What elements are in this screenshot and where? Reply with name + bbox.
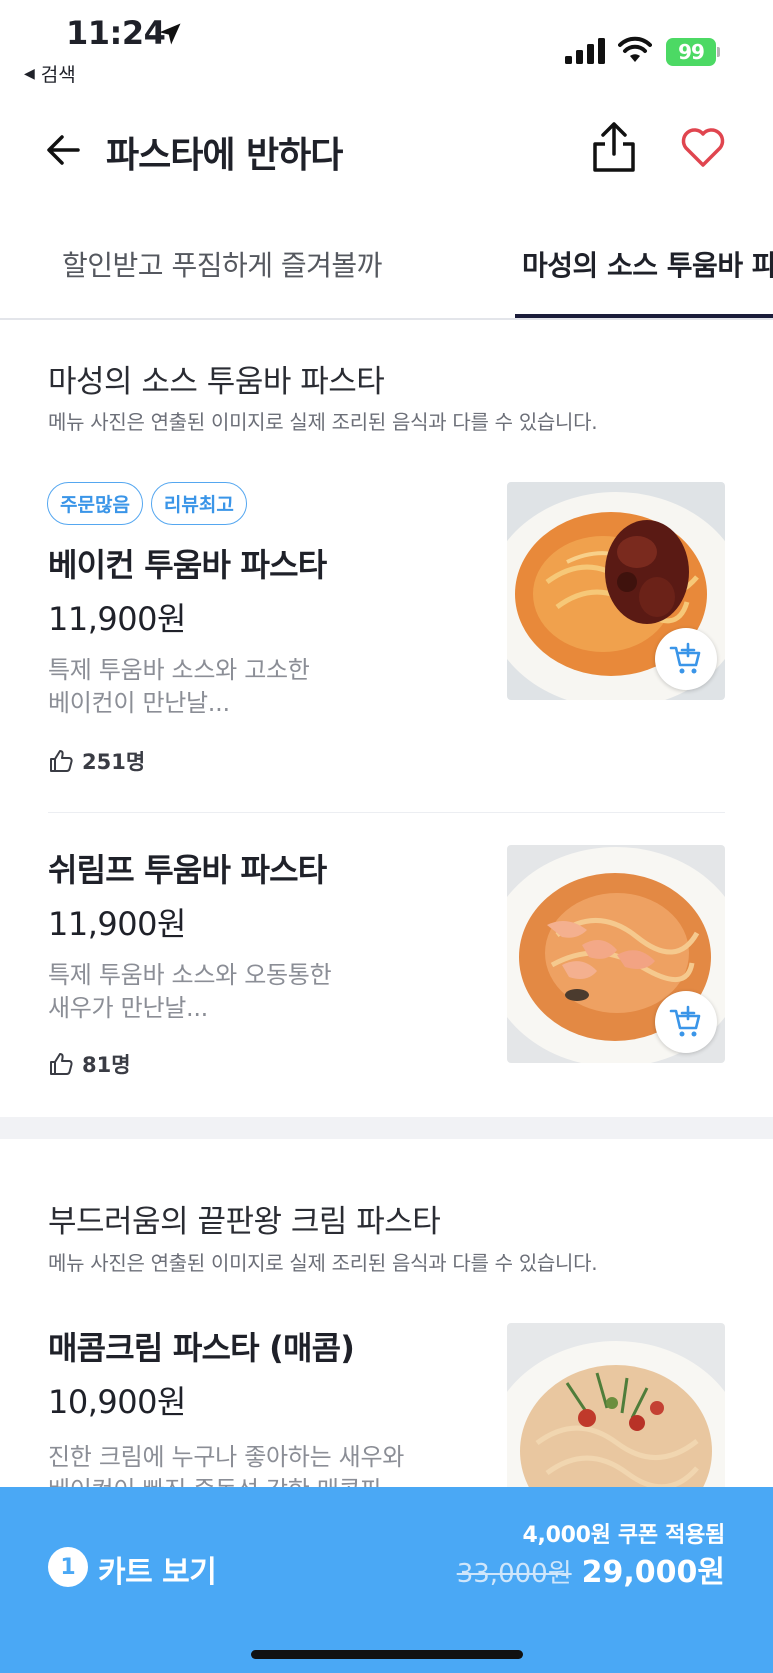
tab-discount[interactable]: 할인받고 푸짐하게 즐겨볼까 [62,244,382,284]
cart-count-badge: 1 [48,1547,88,1587]
menu-item-price: 10,900원 [48,1383,186,1421]
badge-best-review: 리뷰최고 [150,482,247,525]
status-bar: 11:24 ◀ 검색 99 [0,0,773,92]
likes-count: 81명 [82,1053,131,1077]
menu-item-spicy-cream[interactable]: 매콤크림 파스타 (매콤) 10,900원 진한 크림에 누구나 좋아하는 새우… [0,1323,773,1487]
wifi-icon [618,36,652,62]
section-note: 메뉴 사진은 연출된 이미지로 실제 조리된 음식과 다를 수 있습니다. [48,1251,598,1275]
cart-plus-icon [669,1005,701,1037]
battery-indicator: 99 [666,38,720,66]
final-price: 29,000원 [581,1555,725,1590]
menu-item-desc-line: 진한 크림에 누구나 좋아하는 새우와 [48,1443,405,1471]
likes-count: 251명 [82,750,146,774]
cellular-signal-icon [565,38,605,64]
view-cart-bar[interactable]: 1 카트 보기 4,000원 쿠폰 적용됨 33,000원 29,000원 [0,1487,773,1673]
coupon-applied-text: 4,000원 쿠폰 적용됨 [522,1523,726,1548]
home-indicator [251,1650,523,1659]
menu-item-bacon-toowoomba[interactable]: 주문많음 리뷰최고 베이컨 투움바 파스타 11,900원 특제 투움바 소스와… [0,482,773,782]
section-title: 마성의 소스 투움바 파스타 [48,364,385,400]
menu-item-desc-line: 특제 투움바 소스와 오동통한 [48,961,332,989]
menu-item-name: 쉬림프 투움바 파스타 [48,851,327,889]
add-to-cart-button[interactable] [655,628,717,690]
active-tab-indicator [515,314,773,318]
menu-item-price: 11,900원 [48,600,186,638]
menu-item-likes: 81명 [48,1049,131,1079]
menu-item-desc-line: 베이컨이 빠진 중독성 강한 매콤파 [48,1474,468,1487]
section-note: 메뉴 사진은 연출된 이미지로 실제 조리된 음식과 다를 수 있습니다. [48,410,598,434]
pasta-photo-image [507,1323,725,1487]
back-to-app-link[interactable]: ◀ 검색 [24,60,76,87]
add-to-cart-button[interactable] [655,991,717,1053]
menu-item-description: 특제 투움바 소스와 오동통한 새우가 만난날... [48,959,378,1025]
status-time: 11:24 [66,14,166,52]
view-cart-label: 카트 보기 [98,1555,217,1590]
category-tabs: 할인받고 푸짐하게 즐겨볼까 마성의 소스 투움바 파 [0,226,773,320]
section-gap [0,1117,773,1139]
location-arrow-icon [159,23,181,45]
share-icon[interactable] [590,120,638,174]
original-price: 33,000원 [456,1559,572,1589]
page-title: 파스타에 반하다 [106,135,343,176]
back-triangle-icon: ◀ [24,65,35,82]
menu-item-shrimp-toowoomba[interactable]: 쉬림프 투움바 파스타 11,900원 특제 투움바 소스와 오동통한 새우가 … [0,845,773,1077]
menu-item-name: 매콤크림 파스타 (매콤) [48,1329,355,1367]
section-title: 부드러움의 끝판왕 크림 파스타 [48,1204,441,1240]
cart-plus-icon [669,642,701,674]
menu-item-desc-line: 새우가 만난날... [48,994,208,1022]
menu-item-desc-line: 특제 투움바 소스와 고소한 [48,656,310,684]
tab-toowoomba[interactable]: 마성의 소스 투움바 파 [522,244,773,284]
menu-item-price: 11,900원 [48,905,186,943]
menu-item-photo [507,482,725,700]
battery-cap [717,47,720,57]
battery-level: 99 [666,38,716,66]
menu-item-name: 베이컨 투움바 파스타 [48,546,327,584]
thumbs-up-icon [50,1053,73,1075]
badge-group: 주문많음 리뷰최고 [47,482,247,525]
app-header: 파스타에 반하다 [0,110,773,190]
heart-icon[interactable] [680,126,726,168]
menu-item-description: 진한 크림에 누구나 좋아하는 새우와 베이컨이 빠진 중독성 강한 매콤파 [48,1441,468,1487]
menu-item-description: 특제 투움바 소스와 고소한 베이컨이 만난날... [48,654,378,720]
back-app-label: 검색 [40,64,76,86]
thumbs-up-icon [50,750,73,772]
menu-item-photo [507,845,725,1063]
menu-item-likes: 251명 [48,746,145,776]
badge-popular: 주문많음 [47,482,143,525]
back-arrow-icon[interactable] [42,128,86,172]
cart-price-row: 33,000원 29,000원 [457,1547,725,1591]
item-divider [48,812,725,813]
menu-item-desc-line: 베이컨이 만난날... [48,689,230,717]
menu-item-photo [507,1323,725,1487]
